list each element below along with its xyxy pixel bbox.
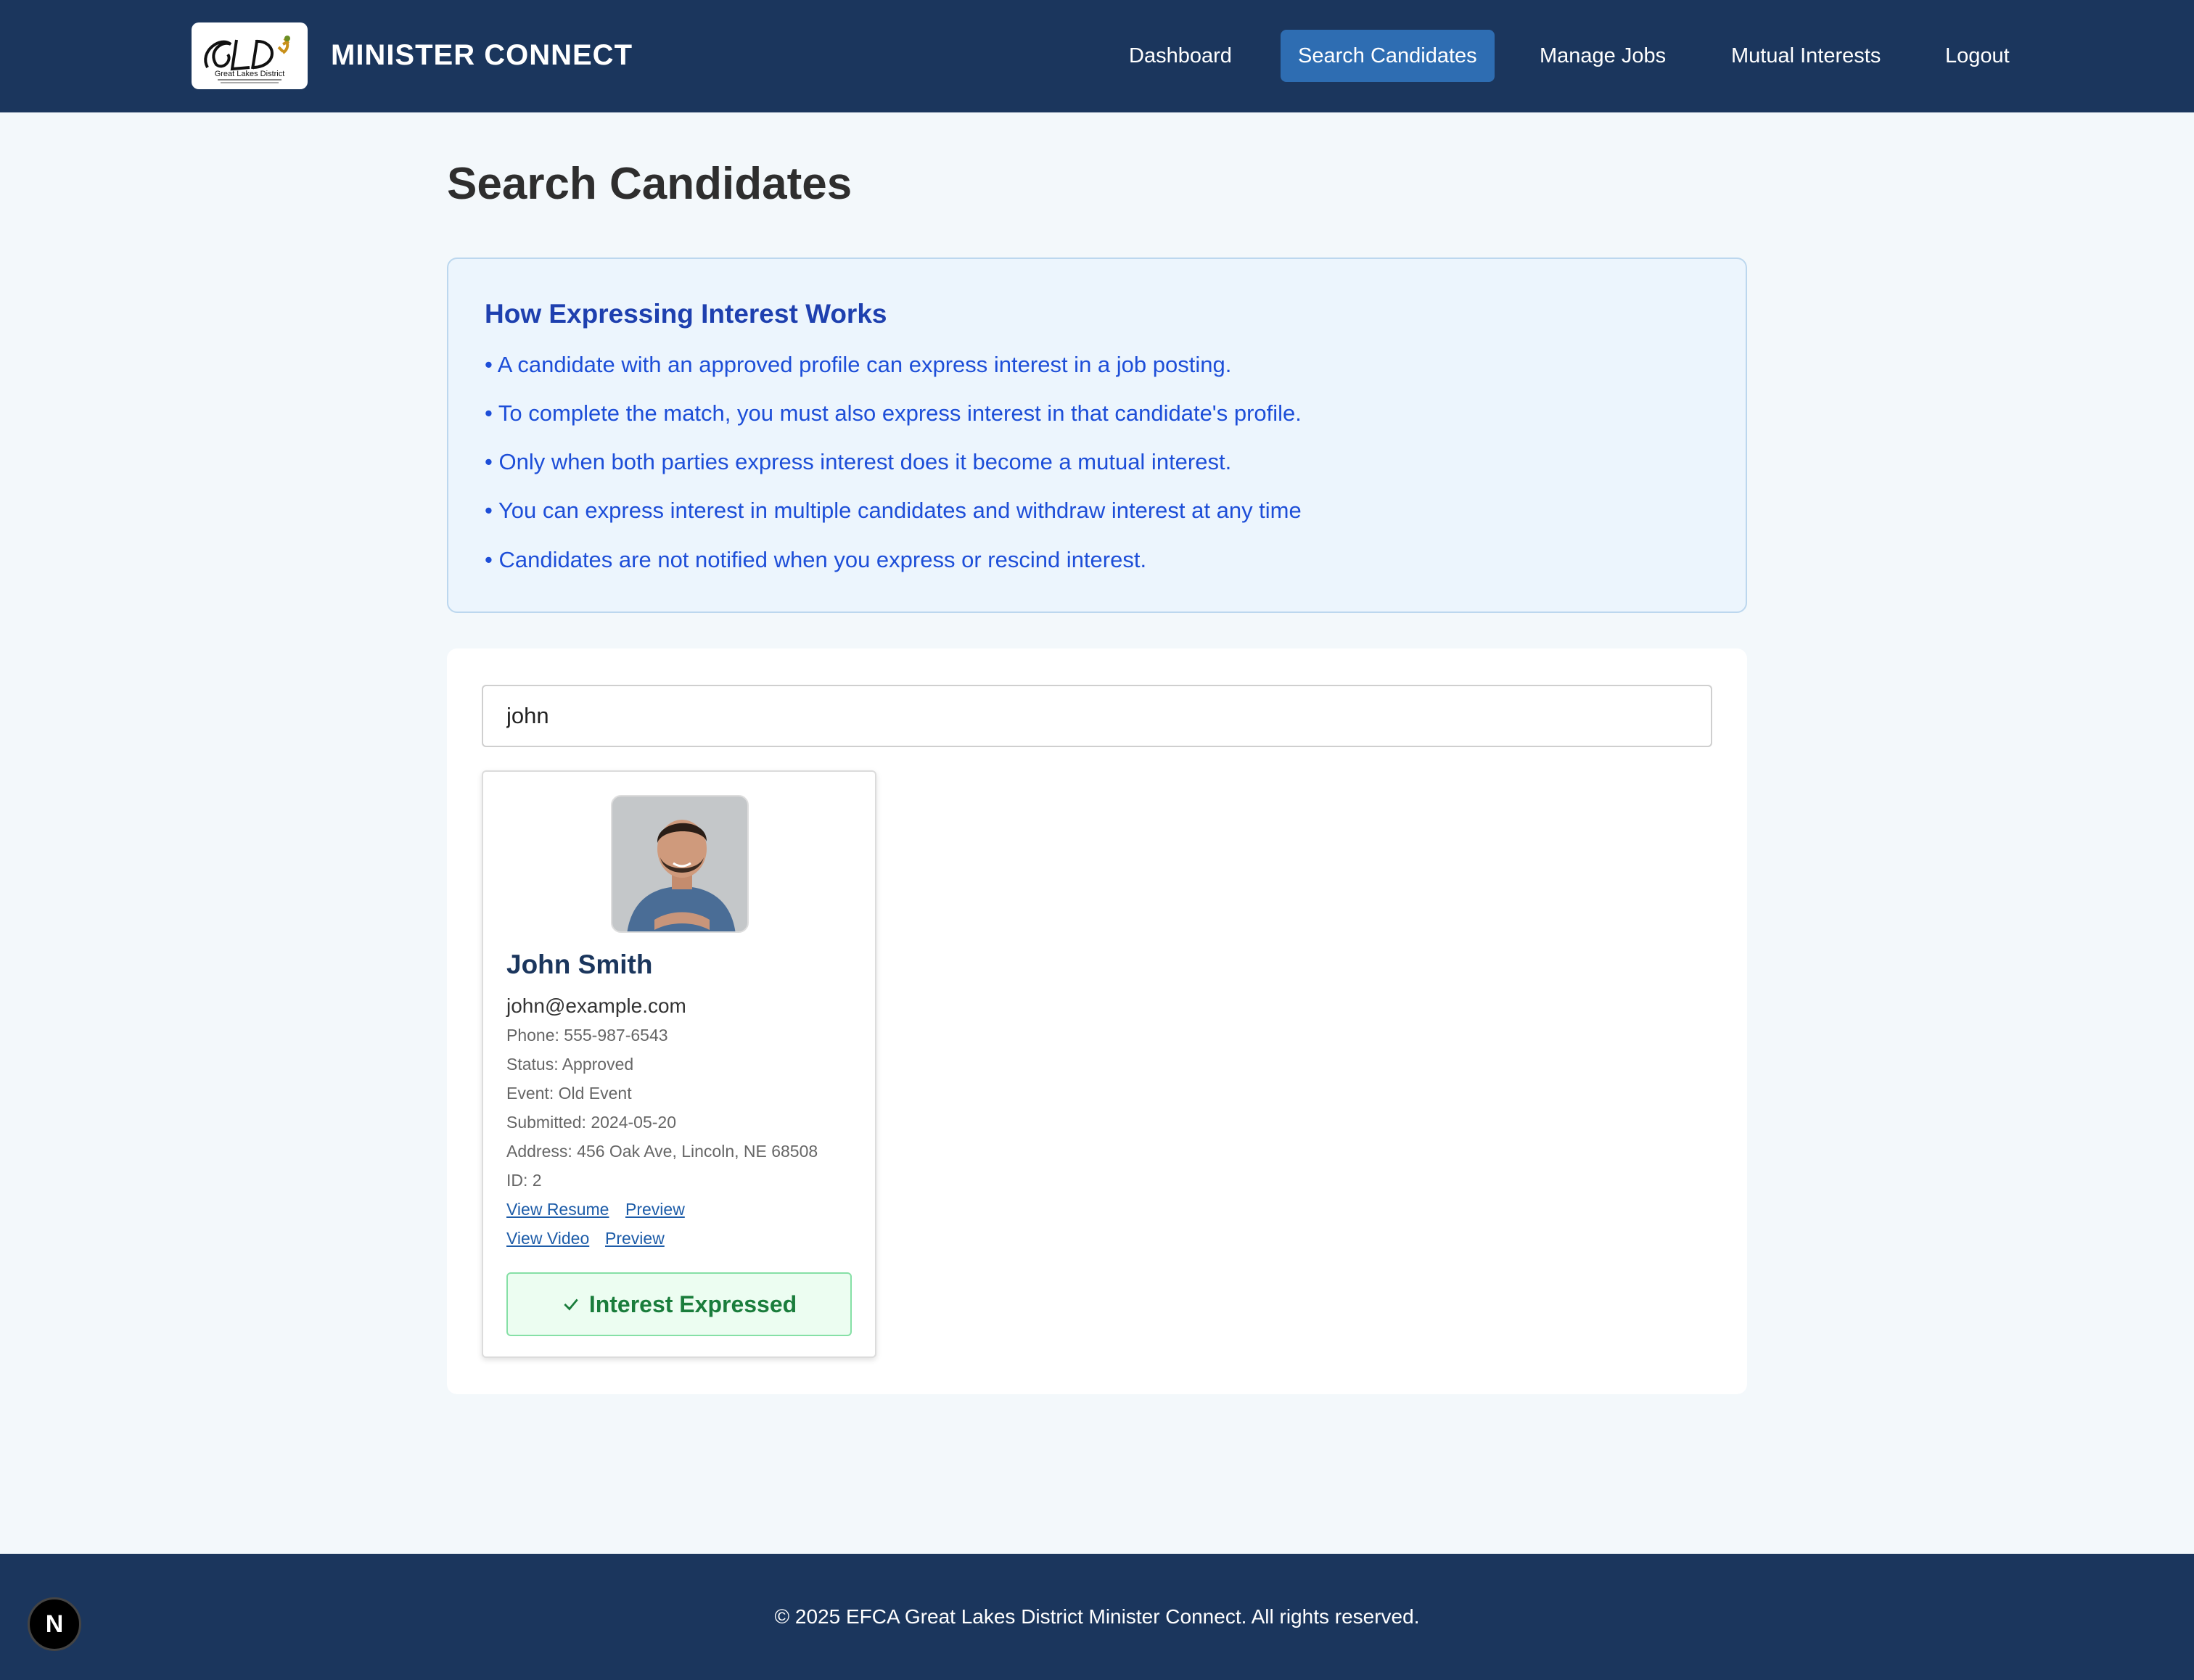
gld-logo[interactable]: Great Lakes District <box>192 22 308 89</box>
app-brand: MINISTER CONNECT <box>331 39 633 71</box>
info-line: • Only when both parties express interes… <box>485 449 1232 474</box>
info-line: • You can express interest in multiple c… <box>485 498 1302 523</box>
checkmark-icon <box>564 1298 578 1311</box>
info-line: • To complete the match, you must also e… <box>485 400 1302 426</box>
interest-expressed-label: Interest Expressed <box>588 1290 797 1317</box>
view-resume-link[interactable]: View Resume <box>506 1198 609 1220</box>
search-input[interactable] <box>482 685 1712 747</box>
nav-logout[interactable]: Logout <box>1928 30 2027 82</box>
candidate-id: ID: 2 <box>506 1171 542 1190</box>
nav-mutual-interests[interactable]: Mutual Interests <box>1714 30 1898 82</box>
candidate-avatar <box>611 795 749 933</box>
footer-copyright: © 2025 EFCA Great Lakes District Ministe… <box>774 1605 1420 1628</box>
candidate-phone: Phone: 555-987-6543 <box>506 1026 668 1045</box>
info-title: How Expressing Interest Works <box>485 299 887 329</box>
logo-text-district: Great Lakes District <box>215 70 285 78</box>
interest-expressed-button[interactable]: Interest Expressed <box>506 1272 852 1336</box>
resume-preview-link[interactable]: Preview <box>625 1198 685 1220</box>
candidate-name: John Smith <box>506 950 653 979</box>
candidate-card: John Smith john@example.com Phone: 555-9… <box>482 770 876 1358</box>
page-title: Search Candidates <box>447 159 852 209</box>
info-line: • Candidates are not notified when you e… <box>485 547 1147 572</box>
candidate-submitted: Submitted: 2024-05-20 <box>506 1113 676 1132</box>
results-panel: John Smith john@example.com Phone: 555-9… <box>447 648 1747 1394</box>
interest-info-box: How Expressing Interest Works • A candid… <box>447 258 1747 613</box>
info-line: • A candidate with an approved profile c… <box>485 352 1232 377</box>
top-navbar: Great Lakes District MINISTER CONNECT Da… <box>0 0 2194 112</box>
view-video-link[interactable]: View Video <box>506 1227 589 1249</box>
footer: N © 2025 EFCA Great Lakes District Minis… <box>0 1554 2194 1680</box>
nav-search-candidates[interactable]: Search Candidates <box>1281 30 1495 82</box>
video-preview-link[interactable]: Preview <box>605 1227 665 1249</box>
nav-dashboard[interactable]: Dashboard <box>1112 30 1249 82</box>
nav-manage-jobs[interactable]: Manage Jobs <box>1522 30 1683 82</box>
candidate-status: Status: Approved <box>506 1055 634 1074</box>
candidate-address: Address: 456 Oak Ave, Lincoln, NE 68508 <box>506 1142 818 1161</box>
candidate-event: Event: Old Event <box>506 1084 632 1103</box>
candidate-email: john@example.com <box>506 995 686 1017</box>
